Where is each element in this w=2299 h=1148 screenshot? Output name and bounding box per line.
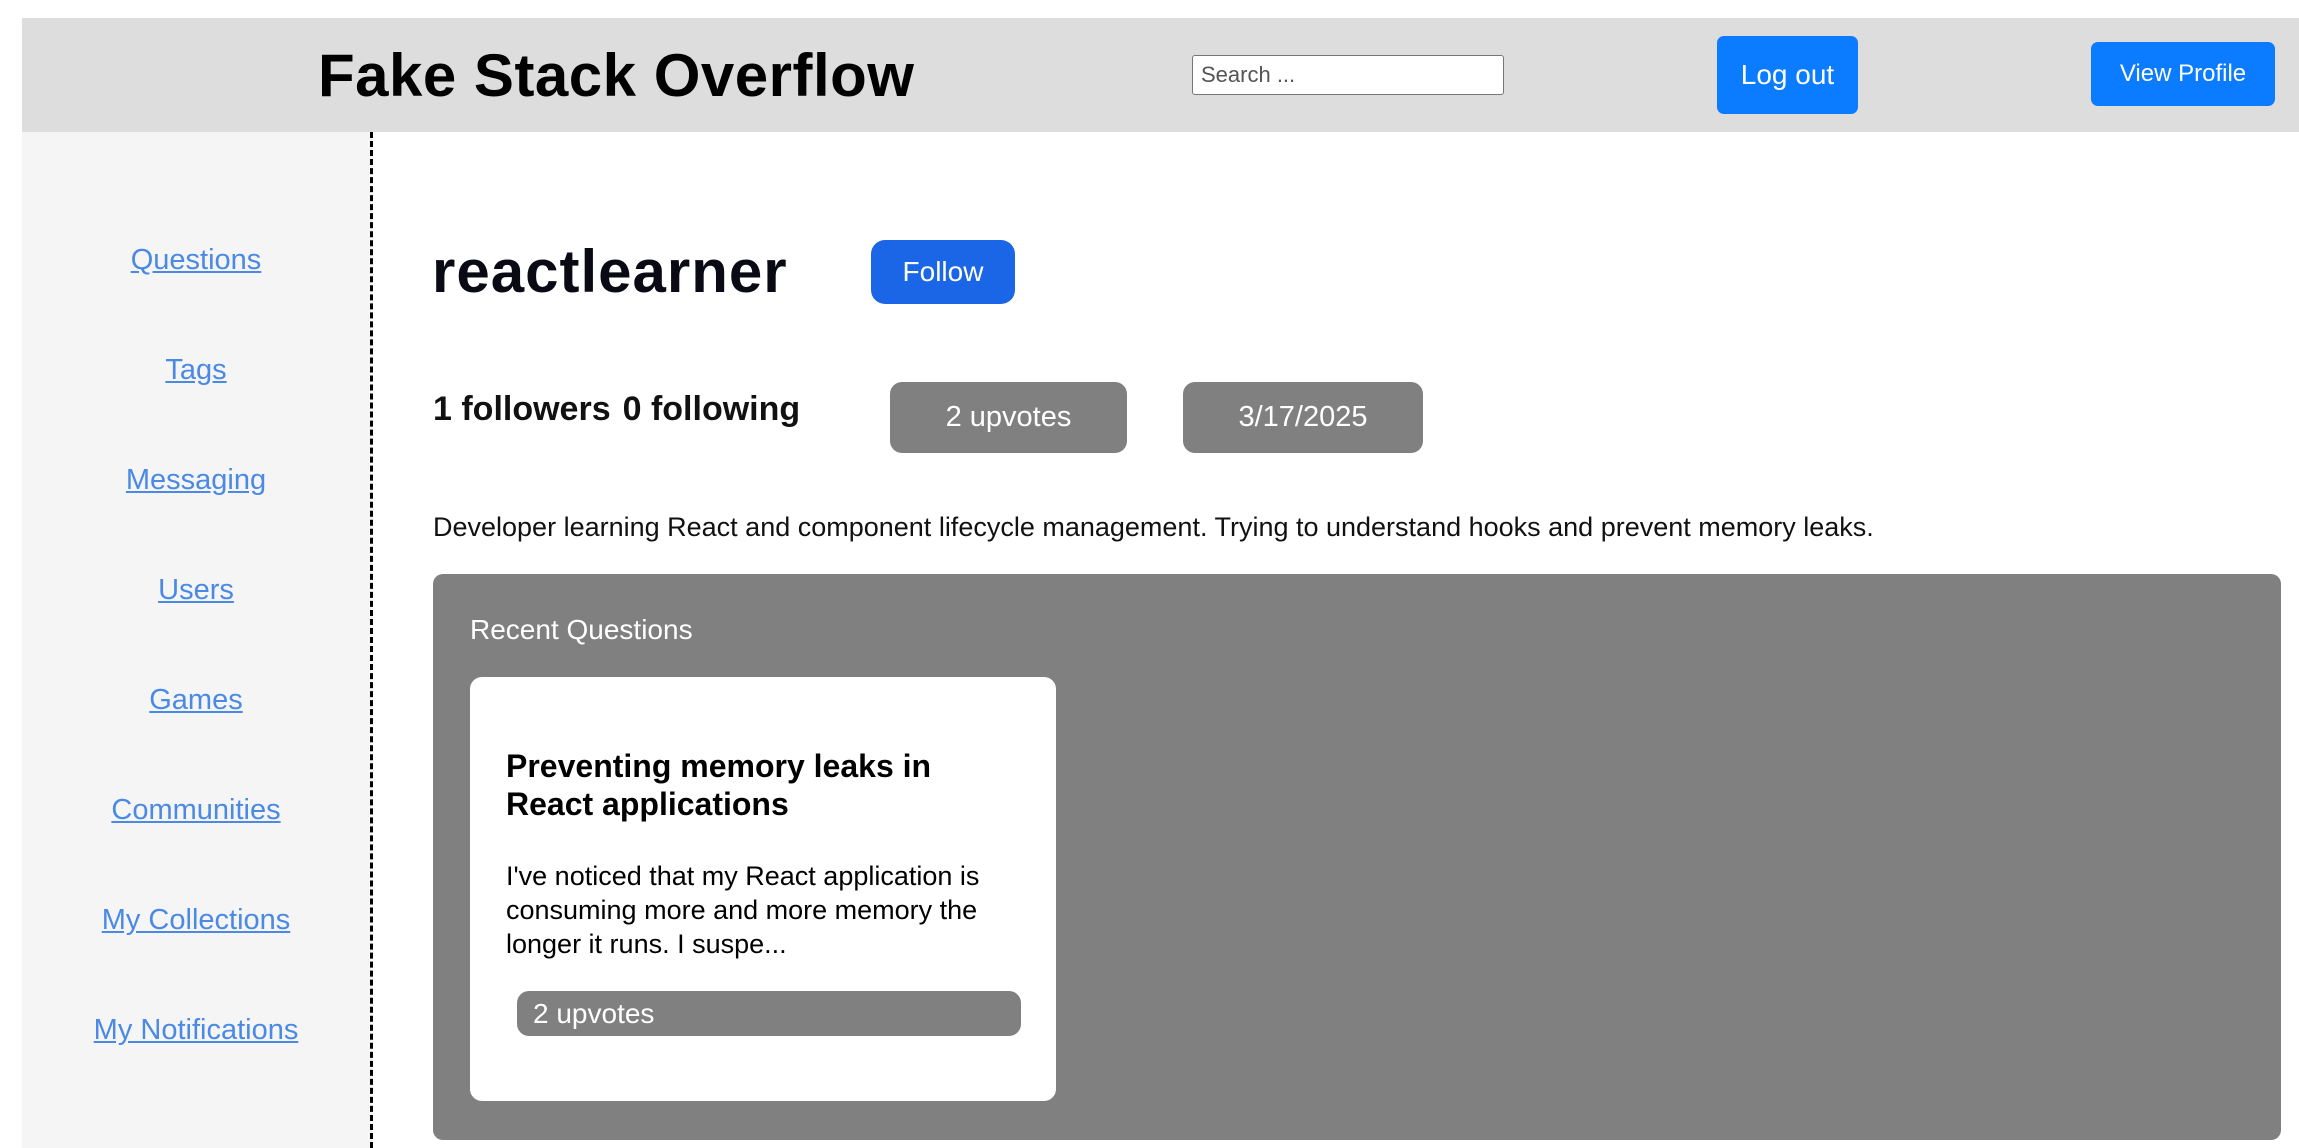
app-title: Fake Stack Overflow	[318, 42, 915, 109]
page: Fake Stack Overflow Log out View Profile…	[0, 0, 2299, 1148]
sidebar-item-questions[interactable]: Questions	[22, 244, 370, 277]
logout-button[interactable]: Log out	[1717, 36, 1858, 114]
header: Fake Stack Overflow Log out View Profile	[22, 18, 2299, 132]
sidebar: Questions Tags Messaging Users Games Com…	[22, 132, 373, 1148]
upvotes-badge: 2 upvotes	[890, 382, 1127, 453]
following-count[interactable]: 0 following	[623, 390, 801, 428]
sidebar-item-my-collections[interactable]: My Collections	[22, 904, 370, 937]
sidebar-item-my-notifications[interactable]: My Notifications	[22, 1014, 370, 1047]
search-input[interactable]	[1192, 55, 1504, 95]
recent-questions-heading: Recent Questions	[470, 614, 693, 645]
sidebar-item-communities[interactable]: Communities	[22, 794, 370, 827]
sidebar-item-messaging[interactable]: Messaging	[22, 464, 370, 497]
sidebar-item-games[interactable]: Games	[22, 684, 370, 717]
question-title[interactable]: Preventing memory leaks in React applica…	[506, 747, 1026, 823]
view-profile-button[interactable]: View Profile	[2091, 42, 2275, 106]
follow-button[interactable]: Follow	[871, 240, 1015, 304]
question-snippet: I've noticed that my React application i…	[506, 861, 980, 959]
profile-username: reactlearner	[432, 238, 788, 305]
question-upvotes-badge: 2 upvotes	[517, 991, 1021, 1036]
question-card[interactable]: Preventing memory leaks in React applica…	[470, 677, 1056, 1101]
follow-stats: 1 followers 0 following	[433, 390, 812, 429]
recent-questions-panel: Recent Questions Preventing memory leaks…	[433, 574, 2281, 1140]
sidebar-item-users[interactable]: Users	[22, 574, 370, 607]
profile-bio: Developer learning React and component l…	[433, 512, 1874, 542]
joined-date-badge: 3/17/2025	[1183, 382, 1423, 453]
followers-count[interactable]: 1 followers	[433, 390, 611, 428]
sidebar-item-tags[interactable]: Tags	[22, 354, 370, 387]
